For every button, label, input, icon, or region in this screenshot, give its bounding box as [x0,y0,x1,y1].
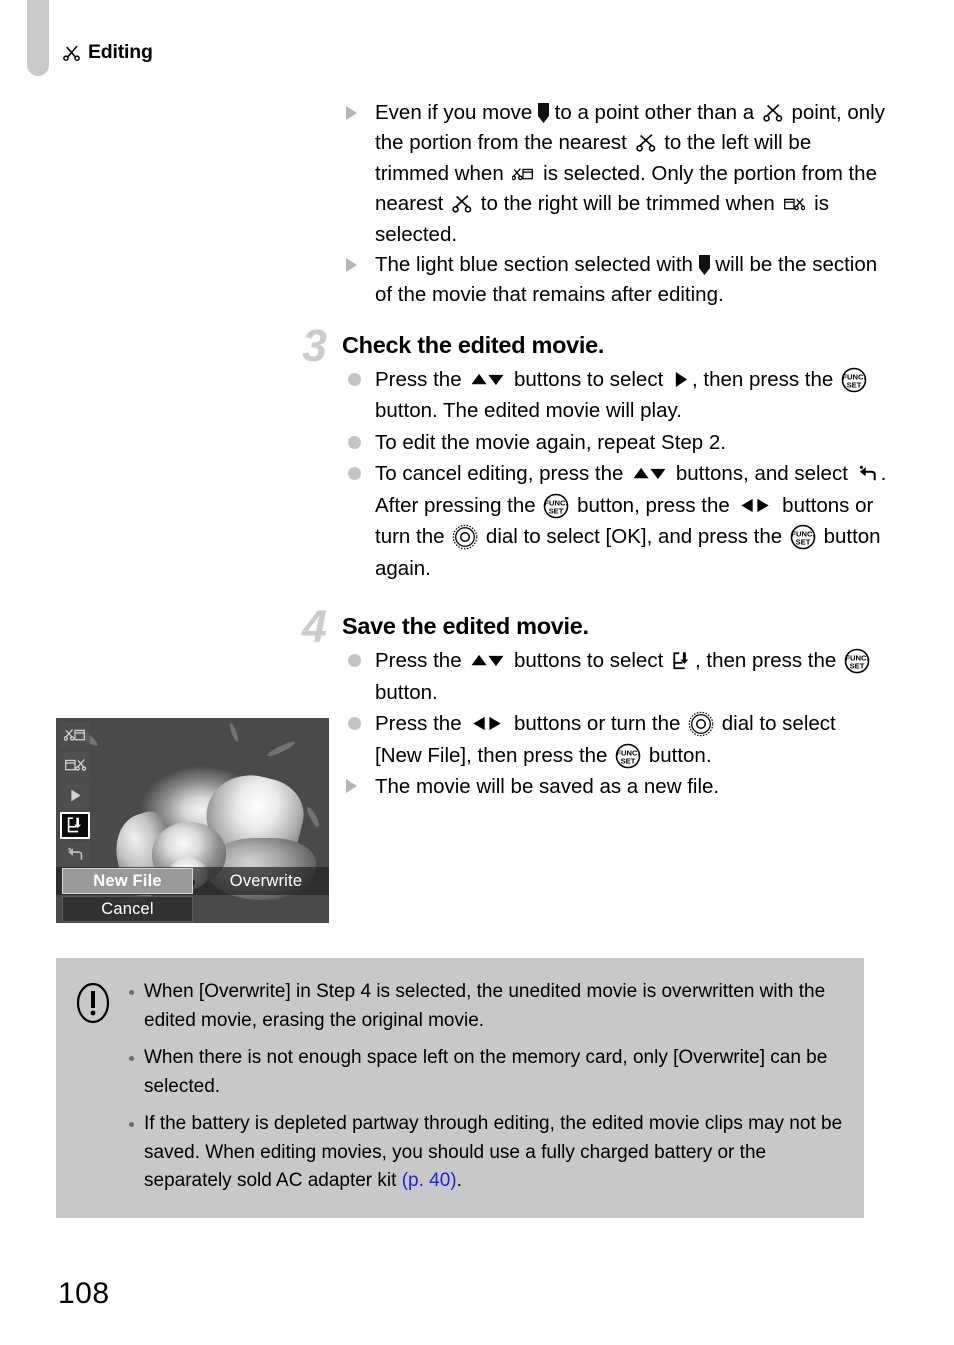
svg-text:SET: SET [847,380,862,389]
caution-item: When there is not enough space left on t… [124,1044,844,1101]
screen-save-new-file-icon[interactable] [60,812,90,839]
intro-note-item: Even if you move to a point other than a… [342,98,887,250]
arrow-marker-icon [346,258,357,273]
caution-item-text: If the battery is depleted partway throu… [144,1113,843,1191]
bullet-dot-icon [129,1122,134,1127]
screen-menu-row-primary: New File Overwrite [56,867,329,895]
scissors-icon [62,43,81,62]
arrow-marker-icon [346,779,357,794]
func-set-button-icon: FUNC. SET [790,524,816,550]
trim-right-icon [783,195,806,214]
step-instruction: Press the buttons or turn the dial to se… [342,708,887,771]
func-set-button-icon: FUNC. SET [615,743,641,769]
step-instruction-text: Press the buttons to select , then press… [375,367,867,423]
step-instruction: Press the buttons to select , then press… [342,645,887,708]
func-set-button-icon: FUNC. SET [841,367,867,393]
func-set-button-icon: FUNC. SET [844,648,870,674]
caution-box: When [Overwrite] in Step 4 is selected, … [56,958,864,1218]
scissors-icon [452,194,472,214]
func-set-button-icon: FUNC. SET [543,493,569,519]
page-cross-reference[interactable]: (p. 40) [402,1170,457,1191]
step-block-3: 3 Check the edited movie. Press the butt… [302,323,887,585]
step-title: Save the edited movie. [342,613,589,640]
screen-trim-right-icon[interactable] [60,752,90,779]
main-content-column: Even if you move to a point other than a… [302,98,887,803]
marker-icon [537,103,549,123]
caution-item: If the battery is depleted partway throu… [124,1110,844,1196]
chapter-header: Editing [62,41,153,64]
intro-note-item: The light blue section selected with wil… [342,250,887,311]
bullet-dot-icon [129,1056,134,1061]
step-instruction-text: Press the buttons to select , then press… [375,648,870,704]
marker-icon [698,255,710,276]
step-result: The movie will be saved as a new file. [342,771,887,803]
screen-new-file-button[interactable]: New File [62,868,193,894]
bullet-marker-icon [348,467,361,481]
step-instruction: To cancel editing, press the buttons, an… [342,458,887,584]
bullet-dot-icon [129,990,134,995]
screen-menu-row-secondary: Cancel [56,895,329,923]
scissors-icon [635,133,656,153]
camera-screen-figure: New File Overwrite Cancel [56,718,329,923]
step-instruction: To edit the movie again, repeat Step 2. [342,427,887,459]
screen-overwrite-button[interactable]: Overwrite [206,868,326,894]
play-icon [673,371,688,388]
control-dial-icon [452,524,478,550]
left-right-buttons-icon [737,497,774,514]
svg-text:SET: SET [795,538,810,547]
step-instruction-text: To edit the movie again, repeat Step 2. [375,430,727,454]
intro-note-text: The light blue section selected with wil… [375,253,878,307]
bullet-marker-icon [348,654,361,668]
page-number: 108 [58,1277,110,1310]
caution-item-text: When there is not enough space left on t… [144,1047,828,1097]
step-result-text: The movie will be saved as a new file. [375,775,720,799]
step-instruction-text: Press the buttons or turn the dial to se… [375,711,836,769]
exclamation-circle-icon [76,978,110,1196]
scissors-icon [763,103,783,123]
step-block-4: 4 Save the edited movie. Press the butto… [302,604,887,803]
caution-item-list: When [Overwrite] in Step 4 is selected, … [124,978,844,1196]
screen-cancel-button[interactable]: Cancel [62,896,193,922]
intro-note-text: Even if you move to a point other than a… [375,101,885,246]
svg-text:SET: SET [850,662,865,671]
trim-left-icon [512,165,534,184]
up-down-buttons-icon [631,466,668,481]
bullet-marker-icon [348,372,361,386]
screen-icon-column [60,722,90,869]
left-right-buttons-icon [469,715,506,732]
caution-item: When [Overwrite] in Step 4 is selected, … [124,978,844,1035]
svg-text:SET: SET [549,506,564,515]
screen-trim-left-icon[interactable] [60,722,90,749]
bullet-marker-icon [348,717,361,731]
undo-icon [857,465,878,483]
control-dial-icon [688,711,714,737]
chapter-title: Editing [88,41,153,63]
bullet-marker-icon [348,435,361,449]
chapter-tab-bar [27,0,49,76]
svg-text:SET: SET [621,756,636,765]
step-number: 4 [302,601,327,653]
screen-save-menu: New File Overwrite Cancel [56,867,329,923]
up-down-buttons-icon [469,372,506,387]
step-instruction: Press the buttons to select , then press… [342,364,887,427]
screen-play-icon[interactable] [60,782,90,809]
intro-note-list: Even if you move to a point other than a… [342,98,887,311]
caution-item-text: When [Overwrite] in Step 4 is selected, … [144,981,826,1031]
step-number: 3 [302,319,327,371]
step-title: Check the edited movie. [342,331,605,358]
arrow-marker-icon [346,106,357,120]
up-down-buttons-icon [469,653,506,668]
step-instruction-text: To cancel editing, press the buttons, an… [375,462,887,580]
save-new-file-icon [672,651,692,671]
screen-undo-icon[interactable] [60,842,90,869]
